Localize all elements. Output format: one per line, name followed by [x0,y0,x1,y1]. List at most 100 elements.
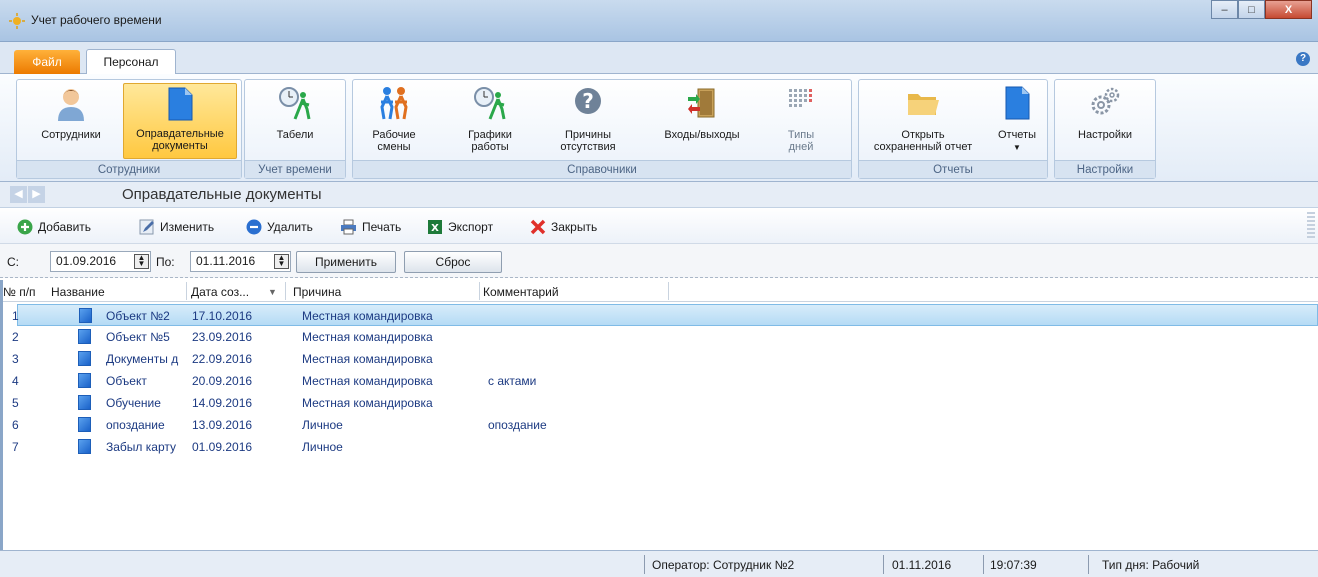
column-header-name[interactable]: Название [51,285,105,299]
open-saved-report-button[interactable]: Открыть сохраненный отчет [863,83,983,159]
printer-icon [341,219,356,235]
print-button[interactable]: Печать [340,218,401,236]
reset-button[interactable]: Сброс [404,251,502,273]
gear-icon [1091,87,1120,115]
close-window-button[interactable]: X [1265,0,1312,19]
employees-button[interactable]: Сотрудники [21,83,121,159]
folder-icon [908,94,939,115]
employee-icon [58,89,84,121]
work-shifts-button[interactable]: Рабочие смены [359,83,429,159]
clock-walker-icon [279,87,311,120]
group-reports: Открыть сохраненный отчет Отчеты ▼ Отчеты [858,79,1048,179]
group-references: Рабочие смены Графики работы ? Причины отсу… [352,79,852,179]
work-schedules-button[interactable]: Графики работы [453,83,527,159]
document-icon [78,439,91,454]
pencil-icon [139,219,154,235]
plus-icon [17,219,33,235]
entries-exits-button[interactable]: Входы/выходы [651,83,753,159]
people-icon [380,87,408,120]
tab-personal[interactable]: Персонал [86,49,176,75]
forward-arrow-icon[interactable]: ▶ [28,186,45,203]
group-label-references: Справочники [353,160,851,178]
status-day-type: Тип дня: Рабочий [1102,558,1200,572]
navigation-bar: ◀ ▶ Оправдательные документы [0,182,1318,208]
group-time-tracking: Табели Учет времени [244,79,346,179]
table-row[interactable]: 7 Забыл карту 01.09.2016 Личное [12,436,1318,458]
window-title: Учет рабочего времени [31,13,162,27]
document-icon [1005,86,1030,120]
table-row[interactable]: 5 Обучение 14.09.2016 Местная командиров… [12,392,1318,414]
apply-button[interactable]: Применить [296,251,396,273]
column-header-reason[interactable]: Причина [293,285,341,299]
minimize-button[interactable]: – [1211,0,1238,19]
page-title: Оправдательные документы [122,186,322,203]
toolbar: Добавить Изменить Удалить Печать X Экспо… [0,208,1318,244]
justifying-docs-button[interactable]: Оправдательные документы [123,83,237,159]
day-types-button[interactable]: Типы дней [771,83,831,159]
tab-file[interactable]: Файл [14,50,80,74]
to-date-spinner[interactable]: ▲ ▼ [274,254,289,269]
help-icon[interactable]: ? [1296,52,1310,66]
from-date-input[interactable]: 01.09.2016 ▲ ▼ [50,251,151,272]
document-icon [78,351,91,366]
status-operator: Оператор: Сотрудник №2 [652,558,795,572]
timesheets-button[interactable]: Табели [251,83,339,159]
back-arrow-icon[interactable]: ◀ [10,186,27,203]
svg-text:X: X [431,223,439,234]
close-icon [530,219,546,235]
export-button[interactable]: X Экспорт [427,218,493,236]
to-label: По: [156,255,175,269]
toolbar-grip[interactable] [1307,212,1315,240]
settings-button[interactable]: Настройки [1061,83,1149,159]
status-time: 19:07:39 [990,558,1037,572]
from-date-spinner[interactable]: ▲ ▼ [134,254,149,269]
svg-text:?: ? [582,89,594,113]
document-icon [78,395,91,410]
absence-reasons-button[interactable]: ? Причины отсутствия [545,83,631,159]
column-header-number[interactable]: № п/п [3,285,36,299]
sun-app-icon [9,13,25,29]
chevron-down-icon: ▼ [1013,143,1021,152]
title-bar: Учет рабочего времени – □ X [0,0,1318,42]
document-icon [79,308,92,323]
column-header-date[interactable]: Дата соз... [191,285,249,299]
from-label: С: [7,255,19,269]
question-icon: ? [575,88,601,114]
reports-button[interactable]: Отчеты ▼ [991,83,1043,159]
to-date-input[interactable]: 01.11.2016 ▲ ▼ [190,251,291,272]
table-row[interactable]: 2 Объект №5 23.09.2016 Местная командиро… [12,326,1318,348]
delete-button[interactable]: Удалить [246,218,313,236]
document-icon [78,417,91,432]
table-row[interactable]: 6 опоздание 13.09.2016 Личное опоздание [12,414,1318,436]
group-label-time-tracking: Учет времени [245,160,345,178]
close-button[interactable]: Закрыть [530,218,597,236]
sort-desc-icon: ▼ [268,287,277,297]
document-icon [78,373,91,388]
group-employees: Сотрудники Оправдательные документы Сотру… [16,79,242,179]
column-header-comment[interactable]: Комментарий [483,285,559,299]
calendar-grid-icon [789,89,812,107]
maximize-button[interactable]: □ [1238,0,1265,19]
ribbon-tabs: Файл Персонал ? [0,42,1318,75]
ribbon: Сотрудники Оправдательные документы Сотру… [0,74,1318,182]
date-filter-bar: С: 01.09.2016 ▲ ▼ По: 01.11.2016 ▲ ▼ Приме… [0,244,1318,278]
excel-icon: X [428,220,442,234]
minus-icon [246,219,262,235]
document-icon [168,87,193,121]
add-button[interactable]: Добавить [17,218,91,236]
table-row[interactable]: 1 Объект №2 17.10.2016 Местная командиро… [12,304,1318,326]
status-date: 01.11.2016 [892,558,952,572]
group-settings: Настройки Настройки [1054,79,1156,179]
table-row[interactable]: 4 Объект 20.09.2016 Местная командировка… [12,370,1318,392]
document-icon [78,329,91,344]
group-label-employees: Сотрудники [17,160,241,178]
door-arrows-icon [688,88,715,118]
table-row[interactable]: 3 Документы д 22.09.2016 Местная команди… [12,348,1318,370]
documents-table: № п/п Название Дата соз... ▼ Причина Ком… [0,280,1318,550]
edit-button[interactable]: Изменить [139,218,214,236]
status-bar: Оператор: Сотрудник №2 01.11.2016 19:07:… [0,550,1318,577]
group-label-reports: Отчеты [859,160,1047,178]
table-header: № п/п Название Дата соз... ▼ Причина Ком… [3,280,1318,302]
group-label-settings: Настройки [1055,160,1155,178]
clock-walker-icon [474,87,506,120]
